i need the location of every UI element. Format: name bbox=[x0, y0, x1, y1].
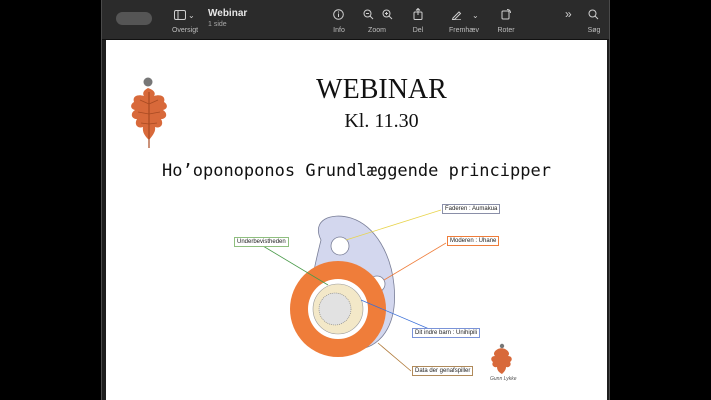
label-indre-barn: Dit indre barn : Unihipili bbox=[412, 328, 481, 338]
share-label: Del bbox=[412, 27, 424, 34]
highlighter-icon[interactable] bbox=[451, 9, 462, 23]
rotate-label: Roter bbox=[497, 27, 515, 34]
sidebar-toggle-icon[interactable] bbox=[174, 10, 186, 23]
document-subtitle: 1 side bbox=[208, 21, 227, 28]
document-title: Webinar bbox=[208, 8, 248, 19]
hooponopono-diagram bbox=[262, 209, 512, 374]
search-icon[interactable] bbox=[588, 9, 599, 23]
rotate-icon[interactable] bbox=[501, 8, 512, 23]
more-chevron-icon[interactable]: » bbox=[565, 8, 572, 20]
label-faderen: Faderen : Aumakua bbox=[442, 204, 501, 214]
sidebar-label: Oversigt bbox=[171, 27, 199, 34]
zoom-label: Zoom bbox=[368, 27, 386, 34]
info-label: Info bbox=[333, 27, 345, 34]
toolbar: ⌄ Oversigt Webinar 1 side Info Zoom Del … bbox=[102, 0, 609, 40]
chevron-down-icon[interactable]: ⌄ bbox=[188, 11, 195, 21]
label-data: Data der genafspiller bbox=[412, 366, 474, 376]
share-icon[interactable] bbox=[413, 7, 423, 23]
label-underbevidstheden: Underbevistheden bbox=[234, 237, 289, 247]
search-label: Søg bbox=[587, 27, 601, 34]
highlight-chevron-down-icon[interactable]: ⌄ bbox=[472, 11, 479, 21]
preview-window: ⌄ Oversigt Webinar 1 side Info Zoom Del … bbox=[101, 0, 610, 400]
window-controls[interactable] bbox=[116, 12, 152, 25]
zoom-in-icon[interactable] bbox=[382, 9, 393, 23]
info-icon[interactable] bbox=[333, 9, 344, 23]
signature: Gunn Lykke bbox=[490, 376, 517, 382]
label-moderen: Moderen : Uhane bbox=[447, 236, 500, 246]
highlight-label: Fremhæv bbox=[449, 27, 479, 34]
zoom-out-icon[interactable] bbox=[363, 9, 374, 23]
document-page: WEBINAR Kl. 11.30 Ho’oponoponos Grundlæg… bbox=[106, 40, 607, 400]
